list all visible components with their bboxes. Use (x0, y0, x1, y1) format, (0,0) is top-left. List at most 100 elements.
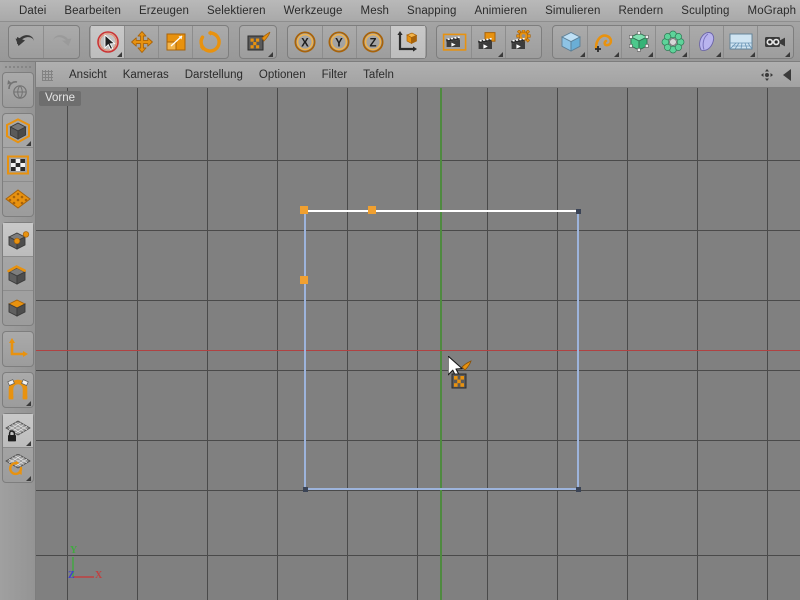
toolbar-grip-4[interactable] (433, 27, 434, 57)
spline-point-top-right[interactable] (576, 209, 581, 214)
dropdown-corner-icon[interactable] (580, 52, 585, 57)
scale-icon[interactable] (159, 26, 193, 58)
grid-line-horizontal (36, 440, 800, 441)
grid-line-vertical (767, 88, 768, 600)
sidebar-workplane-rotate[interactable] (3, 448, 33, 482)
menu-werkzeuge[interactable]: Werkzeuge (275, 3, 352, 19)
left-toolbar (0, 62, 36, 600)
sidebar-texture-mode[interactable] (3, 148, 33, 182)
array-modeling-icon[interactable] (656, 26, 690, 58)
menu-mesh[interactable]: Mesh (352, 3, 399, 19)
camera-icon[interactable] (758, 26, 792, 58)
sidebar-grip[interactable] (5, 64, 31, 71)
grid-line-horizontal (36, 370, 800, 371)
sidebar-point-mode[interactable] (3, 223, 33, 257)
vmenu-kameras[interactable]: Kameras (115, 67, 177, 83)
menu-animieren[interactable]: Animieren (465, 3, 536, 19)
vmenu-ansicht[interactable]: Ansicht (61, 67, 115, 83)
axis-lock-group: X YZ (287, 25, 427, 59)
toolbar-grip-3[interactable] (283, 27, 284, 57)
environment-floor-icon[interactable] (724, 26, 758, 58)
menu-bearbeiten[interactable]: Bearbeiten (55, 3, 130, 19)
axis-line-y (440, 88, 442, 600)
render-region-icon[interactable] (241, 26, 275, 58)
undo-icon[interactable] (10, 26, 44, 58)
grid-line-horizontal (36, 490, 800, 491)
viewport-front[interactable]: Vorne YZX (36, 88, 800, 600)
dropdown-corner-icon[interactable] (785, 52, 790, 57)
menu-snapping[interactable]: Snapping (398, 3, 465, 19)
spline-point-bottom-right[interactable] (576, 487, 581, 492)
pan-view-icon[interactable] (758, 66, 776, 84)
spline-edge-top[interactable] (304, 210, 577, 212)
menu-rendern[interactable]: Rendern (609, 3, 672, 19)
dropdown-corner-icon[interactable] (117, 52, 122, 57)
spline-point-bottom-left[interactable] (303, 487, 308, 492)
nurbs-generator-icon[interactable] (622, 26, 656, 58)
dropdown-corner-icon[interactable] (750, 52, 755, 57)
svg-text:X: X (301, 37, 309, 49)
menu-simulieren[interactable]: Simulieren (536, 3, 609, 19)
menu-erzeugen[interactable]: Erzeugen (130, 3, 198, 19)
render-settings-icon[interactable] (506, 26, 540, 58)
menu-mograph[interactable]: MoGraph (739, 3, 800, 19)
z-axis-lock-icon[interactable]: Z (357, 26, 391, 58)
world-object-coordinates-icon[interactable] (391, 26, 425, 58)
spline-pen-icon[interactable] (588, 26, 622, 58)
x-axis-lock-icon[interactable]: X (289, 26, 323, 58)
cube-primitive-icon[interactable] (554, 26, 588, 58)
menu-sculpting[interactable]: Sculpting (672, 3, 738, 19)
dropdown-corner-icon[interactable] (648, 52, 653, 57)
vmenu-tafeln[interactable]: Tafeln (355, 67, 402, 83)
grid-line-vertical (137, 88, 138, 600)
render-view-icon[interactable] (438, 26, 472, 58)
vmenu-darstellung[interactable]: Darstellung (177, 67, 251, 83)
spline-edge-right[interactable] (577, 210, 579, 488)
move-icon[interactable] (125, 26, 159, 58)
dropdown-corner-icon[interactable] (716, 52, 721, 57)
dropdown-corner-icon[interactable] (498, 52, 503, 57)
sidebar-undo-view[interactable] (3, 73, 33, 107)
sidebar-magnet[interactable] (3, 373, 33, 407)
dropdown-corner-icon[interactable] (26, 401, 31, 406)
dropdown-corner-icon[interactable] (26, 141, 31, 146)
dropdown-corner-icon[interactable] (26, 476, 31, 481)
grid-line-vertical (417, 88, 418, 600)
sidebar-model-mode[interactable] (3, 114, 33, 148)
toolbar-grip-2[interactable] (235, 27, 236, 57)
sidebar-axis-modify[interactable] (3, 332, 33, 366)
spline-edge-left[interactable] (304, 210, 306, 488)
vmenu-filter[interactable]: Filter (314, 67, 356, 83)
sidebar-group-2 (2, 222, 34, 326)
sidebar-edge-mode[interactable] (3, 257, 33, 291)
sidebar-group-0 (2, 72, 34, 108)
toolbar-grip-5[interactable] (548, 27, 549, 57)
main-toolbar: X YZ (0, 22, 800, 62)
vmenu-optionen[interactable]: Optionen (251, 67, 314, 83)
grid-line-vertical (557, 88, 558, 600)
live-selection-icon[interactable] (91, 26, 125, 58)
viewport-drag-grip[interactable] (42, 70, 53, 81)
sidebar-polygon-face-mode[interactable] (3, 291, 33, 325)
sidebar-polygon-mode[interactable] (3, 182, 33, 216)
dropdown-corner-icon[interactable] (614, 52, 619, 57)
dropdown-corner-icon[interactable] (682, 52, 687, 57)
viewport-label: Vorne (39, 91, 81, 106)
spline-edge-bottom[interactable] (304, 488, 579, 490)
menu-datei[interactable]: Datei (10, 3, 55, 19)
spline-point-selected-left-mid[interactable] (300, 276, 308, 284)
spline-point-selected-top-mid[interactable] (368, 206, 376, 214)
deformer-icon[interactable] (690, 26, 724, 58)
rotate-icon[interactable] (193, 26, 227, 58)
y-axis-lock-icon[interactable]: Y (323, 26, 357, 58)
menu-selektieren[interactable]: Selektieren (198, 3, 275, 19)
sidebar-group-1 (2, 113, 34, 217)
zoom-view-icon[interactable] (778, 66, 796, 84)
spline-point-selected-top-left[interactable] (300, 206, 308, 214)
toolbar-grip-1[interactable] (86, 27, 87, 57)
dropdown-corner-icon[interactable] (268, 52, 273, 57)
dropdown-corner-icon[interactable] (26, 441, 31, 446)
render-picture-viewer-icon[interactable] (472, 26, 506, 58)
toolbar-grip-0[interactable] (4, 27, 5, 57)
sidebar-workplane-lock[interactable] (3, 414, 33, 448)
